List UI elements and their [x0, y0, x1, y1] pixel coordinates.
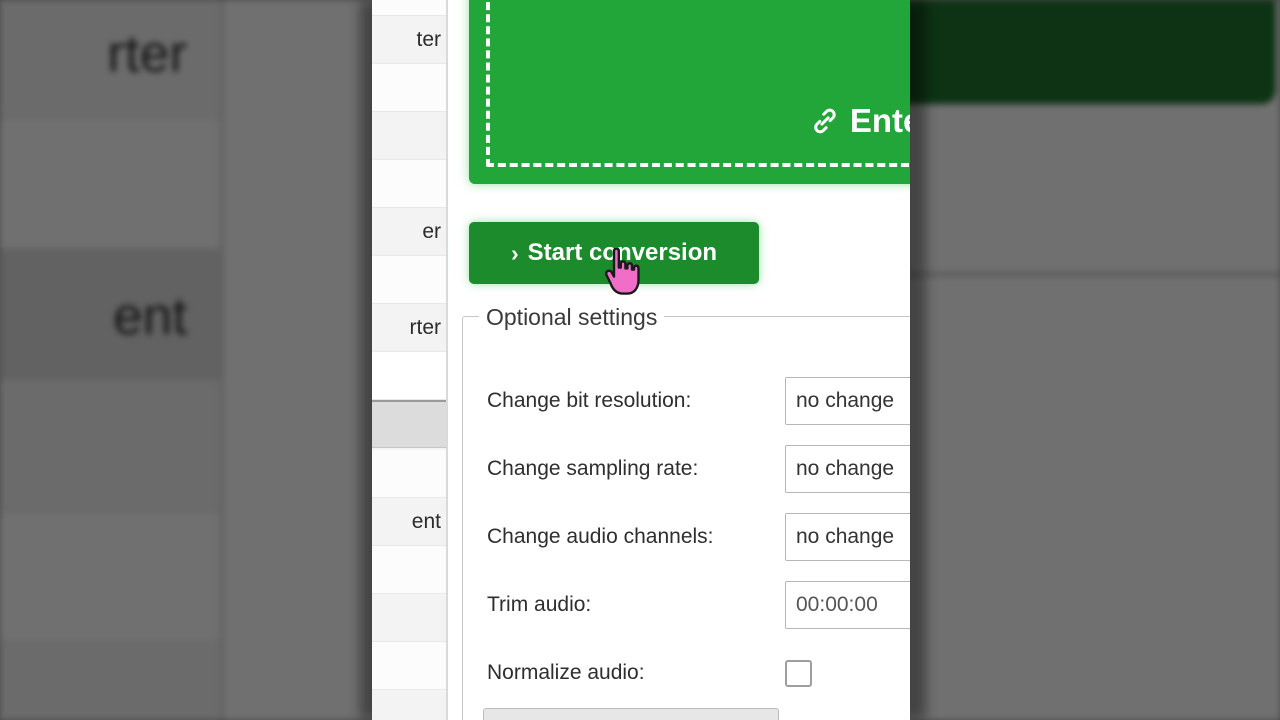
- sidebar-item[interactable]: rter: [372, 304, 446, 352]
- file-dropzone[interactable]: Enter UR: [469, 0, 910, 184]
- trim-audio-input[interactable]: 00:00:00: [785, 581, 910, 629]
- sidebar-item[interactable]: [372, 256, 446, 304]
- setting-row: Normalize audio:: [463, 647, 910, 699]
- sidebar-item[interactable]: ent: [372, 498, 446, 546]
- sampling-rate-select[interactable]: no change: [785, 445, 910, 493]
- background-sidebar-row: ent: [0, 249, 220, 381]
- screen-root: ter rter ent › Opt Cha: [0, 0, 1280, 720]
- sidebar-strip: ter er rter ent: [372, 0, 448, 720]
- sidebar-item[interactable]: [372, 160, 446, 208]
- background-sidebar-row: [0, 118, 220, 250]
- audio-channels-select[interactable]: no change: [785, 513, 910, 561]
- dropzone-dashed-border: [486, 0, 910, 167]
- background-sidebar-row: [0, 380, 220, 513]
- setting-row: Trim audio: 00:00:00: [463, 579, 910, 631]
- setting-label-bit-resolution: Change bit resolution:: [487, 389, 692, 412]
- link-icon: [810, 106, 840, 136]
- sidebar-item[interactable]: [372, 450, 446, 498]
- sidebar-item[interactable]: [372, 546, 446, 594]
- chevron-right-icon: ›: [510, 239, 519, 266]
- background-sidebar: ter rter ent: [0, 0, 225, 720]
- start-conversion-label: Start conversion: [527, 239, 718, 266]
- main-content: Enter UR › Start conversion Optional set…: [448, 0, 910, 720]
- setting-label-audio-channels: Change audio channels:: [487, 525, 714, 548]
- optional-settings-fieldset: Optional settings Change bit resolution:…: [462, 304, 910, 720]
- sidebar-item[interactable]: [372, 642, 446, 690]
- sidebar-item[interactable]: [372, 0, 446, 16]
- sidebar-item[interactable]: [372, 352, 446, 400]
- setting-label-sampling-rate: Change sampling rate:: [487, 457, 699, 480]
- background-sidebar-row: [0, 512, 220, 644]
- background-sidebar-row: [0, 643, 220, 720]
- foreground-panel: ter er rter ent Ent › Start conversion O…: [372, 0, 910, 720]
- sidebar-item[interactable]: [372, 690, 446, 720]
- sidebar-item[interactable]: [372, 64, 446, 112]
- show-advanced-options-button[interactable]: Show advanced options ›: [483, 708, 779, 720]
- sidebar-item[interactable]: [372, 112, 446, 160]
- setting-row: Change bit resolution: no change: [463, 375, 910, 427]
- enter-url-button[interactable]: Enter UR: [810, 102, 910, 140]
- setting-row: Change audio channels: no change: [463, 511, 910, 563]
- start-conversion-button[interactable]: › Start conversion: [469, 222, 759, 284]
- setting-label-trim-audio: Trim audio:: [487, 593, 592, 616]
- enter-url-label: Enter UR: [849, 102, 910, 139]
- sidebar-item[interactable]: ter: [372, 16, 446, 64]
- sidebar-item[interactable]: er: [372, 208, 446, 256]
- bit-resolution-select[interactable]: no change: [785, 377, 910, 425]
- sidebar-item-selected[interactable]: [372, 400, 446, 448]
- optional-settings-legend: Optional settings: [479, 304, 665, 331]
- sidebar-item[interactable]: [372, 594, 446, 642]
- setting-row: Change sampling rate: no change: [463, 443, 910, 495]
- background-sidebar-row: rter: [0, 0, 220, 119]
- setting-label-normalize-audio: Normalize audio:: [487, 661, 645, 684]
- normalize-audio-checkbox[interactable]: [785, 659, 812, 687]
